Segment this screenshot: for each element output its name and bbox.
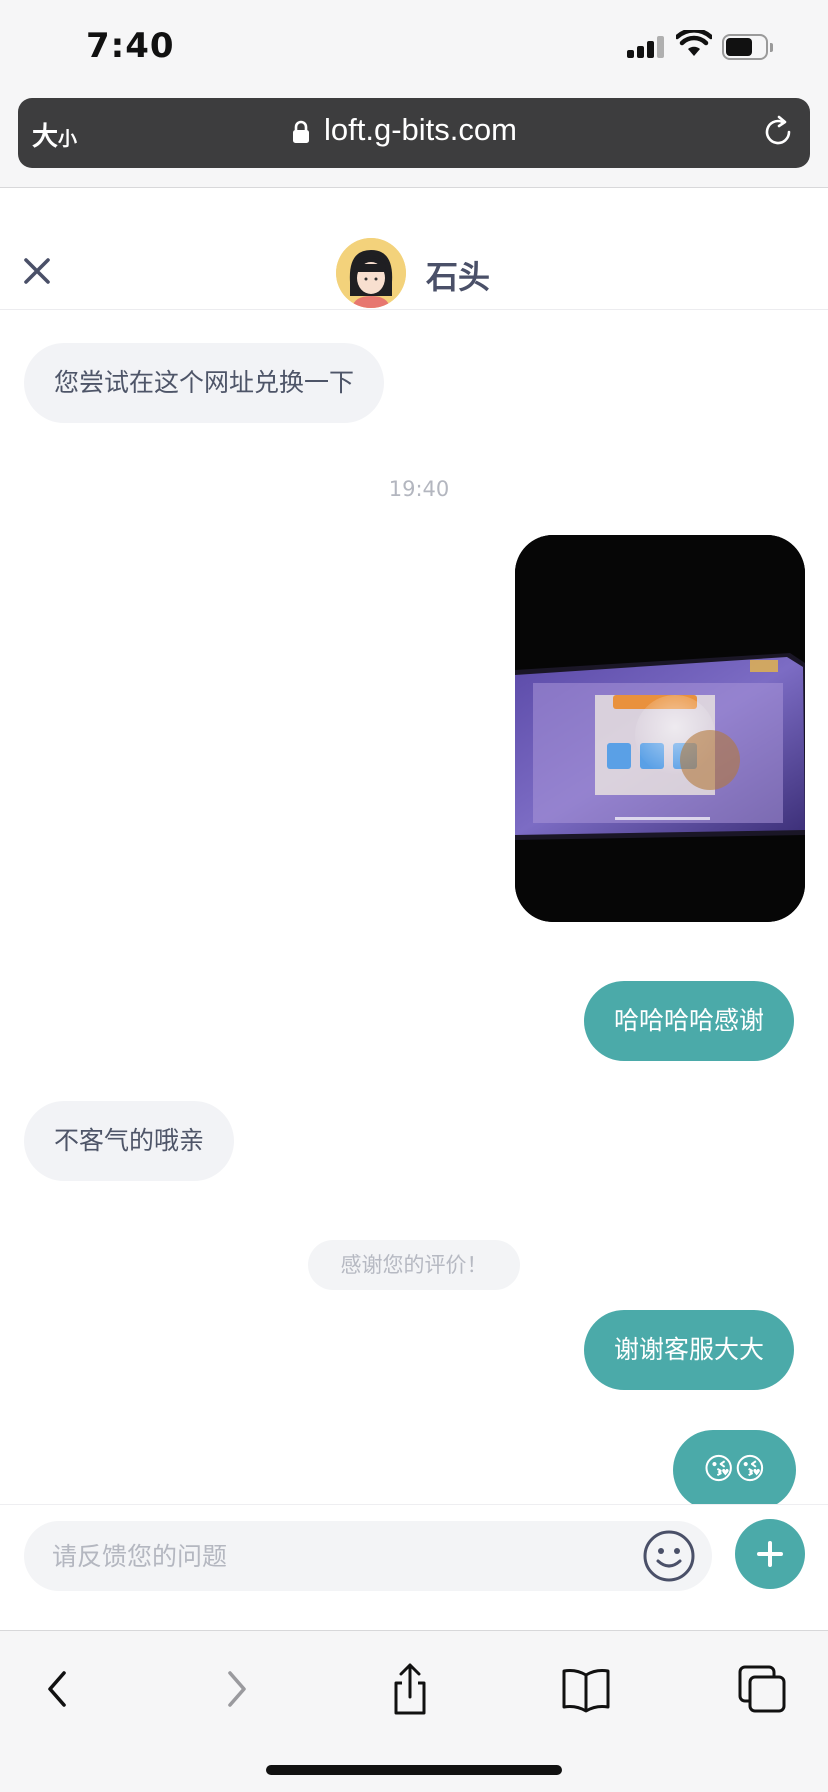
- agent-name: 石头: [426, 258, 491, 296]
- url-text[interactable]: loft.g-bits.com: [324, 112, 517, 148]
- incoming-message: 您尝试在这个网址兑换一下: [24, 343, 385, 423]
- reload-icon[interactable]: [760, 114, 796, 150]
- avatar: [336, 238, 406, 308]
- plus-icon: [757, 1541, 783, 1567]
- text-size-button[interactable]: 大小: [32, 116, 77, 153]
- status-time: 7:40: [86, 26, 175, 66]
- game-screenshot-image: [515, 535, 805, 922]
- tabs-icon[interactable]: [734, 1661, 790, 1717]
- close-icon[interactable]: [22, 256, 52, 286]
- system-notice: 感谢您的评价！: [308, 1240, 520, 1290]
- bookmarks-icon[interactable]: [558, 1661, 614, 1717]
- address-bar[interactable]: 大小 loft.g-bits.com: [18, 98, 810, 168]
- wifi-icon: [676, 30, 712, 56]
- outgoing-message: 哈哈哈哈感谢: [584, 981, 795, 1061]
- browser-top-bar: 大小 loft.g-bits.com: [0, 90, 828, 188]
- outgoing-emoji-message: 😘😘: [673, 1430, 796, 1510]
- emoji-icon[interactable]: [642, 1529, 696, 1583]
- home-indicator: [266, 1765, 562, 1775]
- add-attachment-button[interactable]: [735, 1519, 805, 1589]
- message-input[interactable]: [52, 1521, 632, 1591]
- image-message[interactable]: [515, 535, 805, 922]
- forward-icon[interactable]: [208, 1661, 264, 1717]
- share-icon[interactable]: [382, 1661, 438, 1717]
- battery-icon: [722, 34, 774, 60]
- signal-icon: [627, 36, 665, 58]
- avatar-icon: [336, 238, 406, 308]
- lock-icon: [293, 120, 309, 143]
- message-input-box: [24, 1521, 712, 1591]
- chat-header: 石头: [0, 188, 828, 310]
- back-icon[interactable]: [30, 1661, 86, 1717]
- outgoing-message: 谢谢客服大大: [584, 1310, 795, 1390]
- browser-toolbar: [0, 1630, 828, 1792]
- text-size-large-label: 大: [32, 122, 59, 152]
- text-size-small-label: 小: [58, 128, 78, 150]
- message-timestamp: 19:40: [388, 477, 450, 501]
- status-bar: 7:40: [0, 0, 828, 90]
- chat-input-area: [0, 1504, 828, 1630]
- incoming-message: 不客气的哦亲: [24, 1101, 235, 1181]
